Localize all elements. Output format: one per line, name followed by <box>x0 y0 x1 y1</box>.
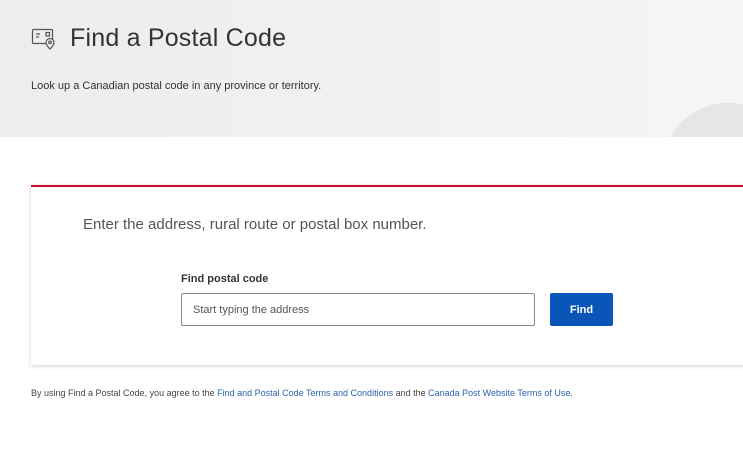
search-field-label: Find postal code <box>181 273 269 285</box>
terms-middle: and the <box>395 388 426 398</box>
decorative-shape <box>655 94 743 137</box>
page-header: Find a Postal Code Look up a Canadian po… <box>0 0 743 137</box>
terms-conditions-link[interactable]: Find and Postal Code Terms and Condition… <box>217 388 393 398</box>
title-row: Find a Postal Code <box>31 24 286 53</box>
postal-map-icon <box>31 25 58 52</box>
terms-prefix: By using Find a Postal Code, you agree t… <box>31 388 215 398</box>
address-search-input[interactable] <box>181 293 535 326</box>
page-subtitle: Look up a Canadian postal code in any pr… <box>31 80 322 92</box>
search-instruction: Enter the address, rural route or postal… <box>83 216 427 233</box>
find-button[interactable]: Find <box>550 293 613 326</box>
search-card: Enter the address, rural route or postal… <box>31 185 743 365</box>
terms-suffix: . <box>570 388 573 398</box>
website-terms-link[interactable]: Canada Post Website Terms of Use <box>428 388 570 398</box>
terms-notice: By using Find a Postal Code, you agree t… <box>31 388 573 398</box>
page-title: Find a Postal Code <box>70 24 287 52</box>
